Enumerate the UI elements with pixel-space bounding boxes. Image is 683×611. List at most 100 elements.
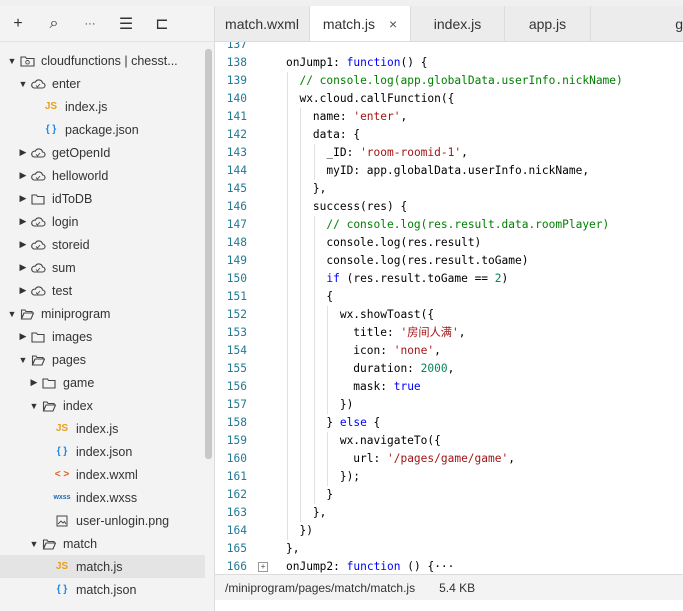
- chevron-right-icon[interactable]: ▶: [17, 285, 29, 296]
- explorer-scrollbar[interactable]: [205, 49, 212, 459]
- file-tree: ▼ cloudfunctions | chesst... ▼ enter JS index…: [0, 49, 205, 601]
- code-text: console.log(res.result.toGame): [326, 252, 528, 270]
- tree-item[interactable]: { } match.json: [0, 578, 205, 601]
- tree-item[interactable]: ▶ login: [0, 210, 205, 233]
- status-bar: /miniprogram/pages/match/match.js 5.4 KB: [215, 574, 683, 600]
- cloud-function-icon: [29, 78, 47, 89]
- cloud-function-icon: [29, 285, 47, 296]
- line-number: 144: [226, 164, 247, 177]
- chevron-down-icon[interactable]: ▼: [6, 56, 18, 66]
- chevron-right-icon[interactable]: ▶: [17, 262, 29, 273]
- code-token: wx.showToast({: [339, 308, 435, 321]
- tree-item[interactable]: JS match.js: [0, 555, 205, 578]
- close-icon[interactable]: ×: [389, 16, 397, 32]
- cloud-function-icon: [29, 147, 47, 158]
- tree-item[interactable]: ▼ match: [0, 532, 205, 555]
- code-token: name:: [312, 110, 354, 123]
- chevron-right-icon[interactable]: ▶: [17, 216, 29, 227]
- code-token: () {···: [400, 560, 455, 573]
- line-number: 146: [226, 200, 247, 213]
- tree-item-label: images: [52, 329, 93, 344]
- code-token: {: [366, 416, 381, 429]
- tree-item[interactable]: ▶ getOpenId: [0, 141, 205, 164]
- code-token: },: [312, 506, 327, 519]
- tab-match-wxml[interactable]: match.wxml: [215, 6, 310, 41]
- tree-item[interactable]: ▼ miniprogram: [0, 302, 205, 325]
- tree-item[interactable]: ▶ test: [0, 279, 205, 302]
- tree-item[interactable]: ▶ images: [0, 325, 205, 348]
- tree-item[interactable]: user-unlogin.png: [0, 509, 205, 532]
- line-number: 165: [226, 542, 247, 555]
- tree-item[interactable]: ▼ index: [0, 394, 205, 417]
- tree-item[interactable]: JS index.js: [0, 417, 205, 440]
- code-token: }: [326, 488, 334, 501]
- code-text: });: [340, 468, 360, 486]
- code-line: 158} else {: [215, 414, 683, 432]
- code-line: 155 duration: 2000,: [215, 360, 683, 378]
- fold-expand-icon[interactable]: +: [258, 562, 268, 572]
- tree-item[interactable]: JS index.js: [0, 95, 205, 118]
- code-token: _ID:: [326, 146, 361, 159]
- tree-item[interactable]: ▶ game: [0, 371, 205, 394]
- code-token: 2000: [420, 362, 448, 375]
- chevron-right-icon[interactable]: ▶: [17, 170, 29, 181]
- tree-item[interactable]: ▼ cloudfunctions | chesst...: [0, 49, 205, 72]
- tab-app-js[interactable]: app.js: [505, 6, 591, 41]
- indent-guide: [287, 72, 288, 540]
- tree-item[interactable]: ▶ helloworld: [0, 164, 205, 187]
- chevron-right-icon[interactable]: ▶: [17, 193, 29, 204]
- line-number: 152: [226, 308, 247, 321]
- line-number: 150: [226, 272, 247, 285]
- folder-open-icon: [40, 400, 58, 412]
- chevron-down-icon[interactable]: ▼: [17, 79, 29, 89]
- tab-index-js[interactable]: index.js: [411, 6, 505, 41]
- folder-icon: [29, 331, 47, 343]
- chevron-down-icon[interactable]: ▼: [17, 355, 29, 365]
- tree-item[interactable]: ▶ sum: [0, 256, 205, 279]
- more-icon[interactable]: ···: [72, 6, 108, 41]
- chevron-right-icon[interactable]: ▶: [17, 331, 29, 342]
- chevron-down-icon[interactable]: ▼: [28, 539, 40, 549]
- code-token: ,: [434, 344, 441, 357]
- tree-item-label: sum: [52, 260, 76, 275]
- line-number: 163: [226, 506, 247, 519]
- tree-item[interactable]: ▼ pages: [0, 348, 205, 371]
- add-icon[interactable]: +: [0, 6, 36, 41]
- tree-item-label: index.js: [76, 421, 119, 436]
- tree-item[interactable]: ▼ enter: [0, 72, 205, 95]
- tree-item[interactable]: ▶ storeid: [0, 233, 205, 256]
- tab-match-js[interactable]: match.js ×: [310, 6, 411, 41]
- tree-item[interactable]: { } package.json: [0, 118, 205, 141]
- tree-item-label: index: [63, 398, 93, 413]
- code-token: console.log(res.result.toGame): [326, 254, 529, 267]
- chevron-down-icon[interactable]: ▼: [6, 309, 18, 319]
- chevron-right-icon[interactable]: ▶: [28, 377, 40, 388]
- tree-item[interactable]: { } index.json: [0, 440, 205, 463]
- code-token: }: [326, 416, 340, 429]
- code-token: icon:: [353, 344, 394, 357]
- tree-item[interactable]: ▶ idToDB: [0, 187, 205, 210]
- chevron-right-icon[interactable]: ▶: [17, 239, 29, 250]
- line-number: 157: [226, 398, 247, 411]
- chevron-right-icon[interactable]: ▶: [17, 147, 29, 158]
- chevron-down-icon[interactable]: ▼: [28, 401, 40, 411]
- code-text: name: 'enter',: [313, 108, 407, 126]
- line-number: 143: [226, 146, 247, 159]
- tab-g[interactable]: g: [591, 6, 683, 41]
- search-icon[interactable]: ⌕: [36, 6, 72, 41]
- indent-guide: [313, 144, 315, 180]
- code-text: onJump2: function () {···: [286, 558, 454, 574]
- tree-item[interactable]: < > index.wxml: [0, 463, 205, 486]
- code-token: '/pages/game/game': [386, 452, 509, 465]
- code-token: wx.navigateTo({: [339, 434, 441, 447]
- code-token: ,: [458, 326, 466, 339]
- code-area[interactable]: 137 138 onJump1: function() {139// console…: [215, 42, 683, 574]
- line-number: 155: [226, 362, 247, 375]
- sort-icon[interactable]: ☰: [108, 6, 144, 41]
- collapse-icon[interactable]: ⊏: [144, 6, 180, 41]
- code-line: 163},: [215, 504, 683, 522]
- code-text: if (res.result.toGame == 2): [326, 270, 508, 288]
- code-line: 150 if (res.result.toGame == 2): [215, 270, 683, 288]
- tree-item[interactable]: wxss index.wxss: [0, 486, 205, 509]
- code-text: },: [313, 180, 326, 198]
